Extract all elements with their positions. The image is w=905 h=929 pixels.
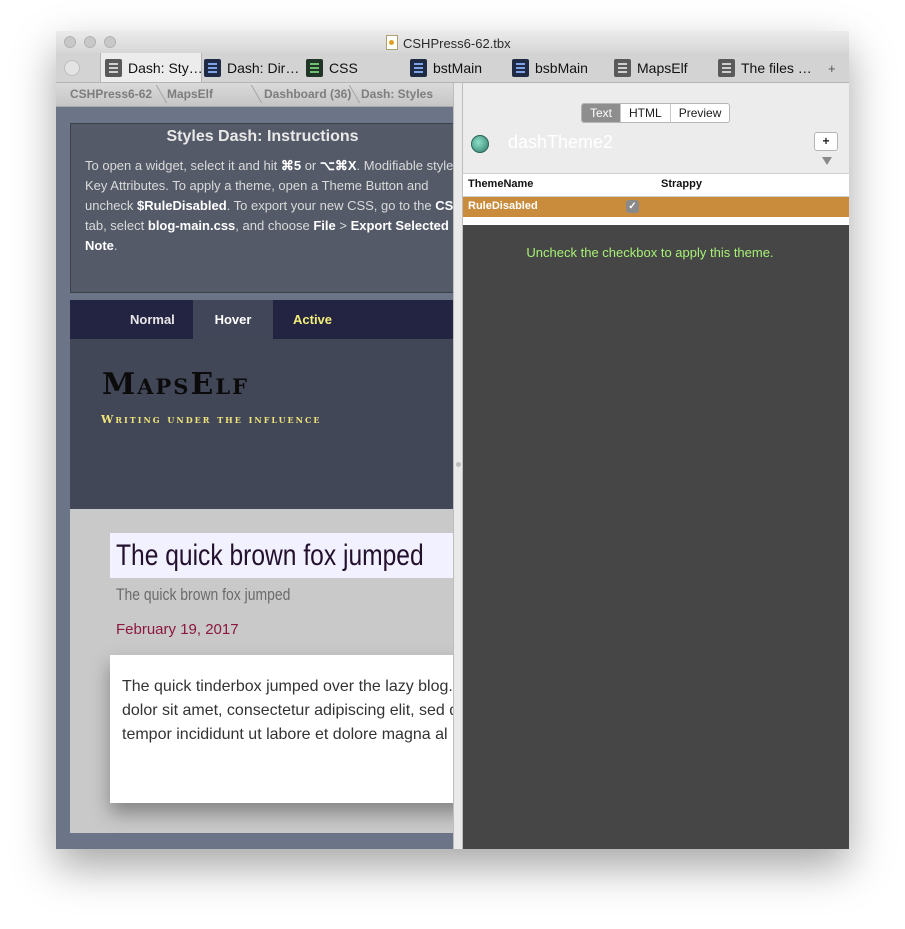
tab-dash-styles[interactable]: Dash: Sty… [100, 53, 202, 82]
preview-content: The quick brown fox jumped The quick bro… [70, 509, 453, 833]
tab-label: CSS [329, 59, 358, 76]
attribute-name: RuleDisabled [468, 200, 538, 212]
breadcrumb: CSHPress6-62 MapsElf Dashboard (36) Dash… [56, 83, 453, 107]
tab-label: bsbMain [535, 59, 588, 76]
tab-label: MapsElf [637, 59, 688, 76]
tinderbox-document-icon [386, 35, 398, 50]
outline-icon [306, 58, 323, 77]
tab-css[interactable]: CSS [306, 53, 386, 82]
attribute-value[interactable]: Strappy [661, 178, 702, 190]
attribute-name: ThemeName [468, 178, 534, 190]
note-text-editor[interactable]: Uncheck the checkbox to apply this theme… [463, 225, 849, 849]
home-tab-icon[interactable] [64, 60, 80, 76]
text-pane: Text HTML Preview dashTheme2 + ThemeName… [463, 83, 849, 849]
splitter-handle-icon[interactable] [456, 462, 461, 467]
tab-label: Dash: Dir… [227, 59, 300, 76]
tab-dash-dir[interactable]: Dash: Dir… [204, 53, 300, 82]
key-attributes-table: ThemeName Strappy RuleDisabled ✓ [463, 173, 849, 227]
post-body-card: The quick tinderbox jumped over the lazy… [110, 655, 453, 803]
site-tagline: Writing under the influence [101, 413, 322, 426]
preview-header: MapsElf Writing under the influence [70, 339, 453, 509]
outline-icon [718, 58, 735, 77]
post-title: The quick brown fox jumped [110, 533, 453, 578]
add-attribute-button[interactable]: + [814, 132, 838, 151]
tab-bstmain[interactable]: bstMain [410, 53, 500, 82]
instructions-note[interactable]: Styles Dash: Instructions To open a widg… [70, 123, 453, 293]
add-tab-button[interactable]: + [828, 61, 836, 76]
tab-mapself[interactable]: MapsElf [614, 53, 704, 82]
view-mode-html[interactable]: HTML [620, 104, 670, 122]
note-badge-icon[interactable] [471, 135, 489, 153]
title-bar: CSHPress6-62.tbx [56, 31, 849, 53]
tab-the-files[interactable]: The files … [718, 53, 818, 82]
nav-normal[interactable]: Normal [130, 300, 175, 339]
nav-hover[interactable]: Hover [193, 300, 273, 339]
post-date: February 19, 2017 [116, 621, 239, 638]
note-badge-icon [105, 58, 122, 77]
close-window-button[interactable] [64, 36, 76, 48]
zoom-window-button[interactable] [104, 36, 116, 48]
note-title[interactable]: dashTheme2 [508, 132, 613, 153]
view-mode-selector: Text HTML Preview [581, 103, 731, 123]
minimize-window-button[interactable] [84, 36, 96, 48]
breadcrumb-item[interactable]: Dashboard (36) [264, 87, 351, 101]
tab-label: bstMain [433, 59, 483, 76]
post-subtitle: The quick brown fox jumped [116, 585, 291, 604]
outline-icon [614, 58, 631, 77]
app-window: CSHPress6-62.tbx Dash: Sty… Dash: Dir… C… [56, 31, 849, 849]
breadcrumb-item[interactable]: CSHPress6-62 [70, 87, 152, 101]
pane-splitter[interactable] [453, 83, 463, 849]
view-mode-preview[interactable]: Preview [669, 104, 730, 122]
tab-label: The files … [741, 59, 812, 76]
breadcrumb-item[interactable]: Dash: Styles [361, 87, 433, 101]
window-title: CSHPress6-62.tbx [386, 35, 511, 51]
tab-bar: Dash: Sty… Dash: Dir… CSS bstMain bsbMai… [56, 53, 849, 83]
window-title-text: CSHPress6-62.tbx [403, 36, 511, 51]
instructions-body: To open a widget, select it and hit ⌘5 o… [85, 158, 453, 253]
outline-icon [410, 58, 427, 77]
post-body: The quick tinderbox jumped over the lazy… [122, 678, 453, 743]
outline-icon [204, 58, 221, 77]
tab-bsbmain[interactable]: bsbMain [512, 53, 602, 82]
dashboard-map-view[interactable]: Styles Dash: Instructions To open a widg… [56, 107, 453, 849]
table-row[interactable]: RuleDisabled ✓ [463, 197, 849, 217]
breadcrumb-item[interactable]: MapsElf [167, 87, 213, 101]
view-mode-text[interactable]: Text [582, 104, 621, 122]
preview-navbar: Normal Hover Active [70, 300, 453, 339]
outline-icon [512, 58, 529, 77]
disclosure-triangle-icon[interactable] [822, 157, 832, 165]
table-row[interactable]: ThemeName Strappy [463, 173, 849, 197]
instructions-title: Styles Dash: Instructions [166, 128, 359, 145]
rule-disabled-checkbox[interactable]: ✓ [626, 200, 639, 213]
note-text: Uncheck the checkbox to apply this theme… [526, 245, 774, 260]
tab-label: Dash: Sty… [128, 59, 202, 76]
site-brand: MapsElf [102, 367, 249, 402]
nav-active[interactable]: Active [293, 300, 332, 339]
